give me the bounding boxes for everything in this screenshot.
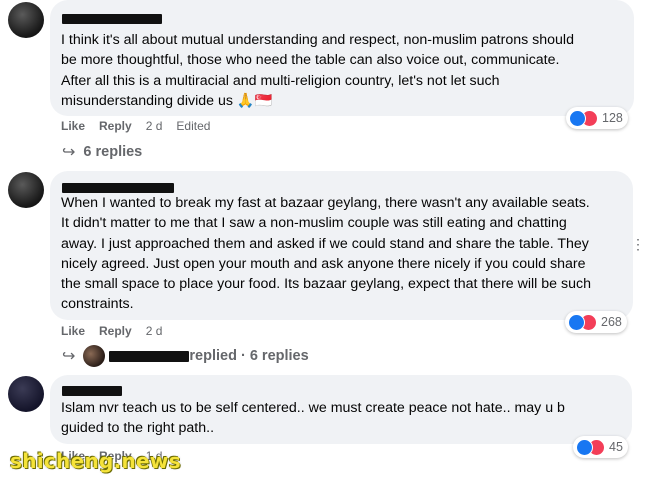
comment-line: the small space to place your food. Its … (61, 276, 591, 293)
comment-line: After all this is a multiracial and mult… (61, 72, 500, 89)
comment-text: When I wanted to break my fast at bazaar… (61, 193, 591, 315)
commenter-avatar[interactable] (8, 2, 44, 38)
comment-line: be more thoughtful, those who need the t… (61, 52, 560, 69)
like-reaction-icon (568, 313, 585, 331)
comment-line: I think it's all about mutual understand… (61, 32, 574, 48)
more-options-icon[interactable]: ⋮ (631, 236, 646, 253)
reply-button[interactable]: Reply (99, 119, 132, 133)
comment-actions: Like Reply 2 d (61, 324, 176, 338)
comment-line: away. I just approached them and asked i… (61, 235, 589, 252)
comment-line: misunderstanding divide us 🙏🇸🇬 (61, 92, 273, 109)
reply-button[interactable]: Reply (99, 324, 132, 338)
comment-line: It didn't matter to me that I saw a non-… (61, 215, 567, 232)
reaction-summary[interactable]: 45 (573, 436, 628, 458)
commenter-avatar[interactable] (8, 172, 44, 208)
replies-count-label: 6 replies (83, 144, 143, 160)
reaction-summary[interactable]: 268 (565, 311, 627, 333)
view-replies-link[interactable]: ↪ 6 replies (62, 142, 142, 162)
comment-line: guided to the right path.. (61, 420, 215, 437)
reaction-count: 128 (602, 111, 623, 125)
like-reaction-icon (576, 438, 593, 456)
redacted-commenter-name[interactable] (62, 14, 162, 24)
redacted-commenter-name[interactable] (62, 183, 174, 193)
reaction-count: 45 (609, 440, 623, 454)
redacted-replier-name (109, 350, 190, 362)
replies-count-label: replied · 6 replies (189, 348, 309, 364)
replier-avatar (83, 345, 106, 367)
comment-line: nicely agreed. Just open your mouth and … (61, 255, 586, 272)
commenter-avatar[interactable] (8, 376, 44, 412)
like-button[interactable]: Like (61, 119, 85, 133)
reaction-count: 268 (601, 315, 622, 329)
comment-actions: Like Reply 2 d Edited (61, 119, 224, 133)
comment-line: Islam nvr teach us to be self centered..… (61, 400, 565, 416)
comment-line: constraints. (61, 296, 134, 313)
view-replies-link[interactable]: ↪ replied · 6 replies (62, 345, 309, 367)
comment-timestamp[interactable]: 2 d (146, 324, 163, 338)
comment-line: When I wanted to break my fast at bazaar… (61, 195, 590, 211)
comment-timestamp[interactable]: 2 d (146, 119, 163, 133)
reply-arrow-icon: ↪ (62, 348, 76, 365)
reply-arrow-icon: ↪ (62, 144, 76, 161)
watermark: shicheng.news (10, 449, 181, 473)
like-reaction-icon (569, 109, 586, 127)
redacted-commenter-name[interactable] (62, 386, 122, 396)
comment-text: Islam nvr teach us to be self centered..… (61, 398, 565, 439)
reaction-summary[interactable]: 128 (566, 107, 628, 129)
like-button[interactable]: Like (61, 324, 85, 338)
comment-text: I think it's all about mutual understand… (61, 30, 574, 111)
edited-label: Edited (176, 119, 211, 133)
